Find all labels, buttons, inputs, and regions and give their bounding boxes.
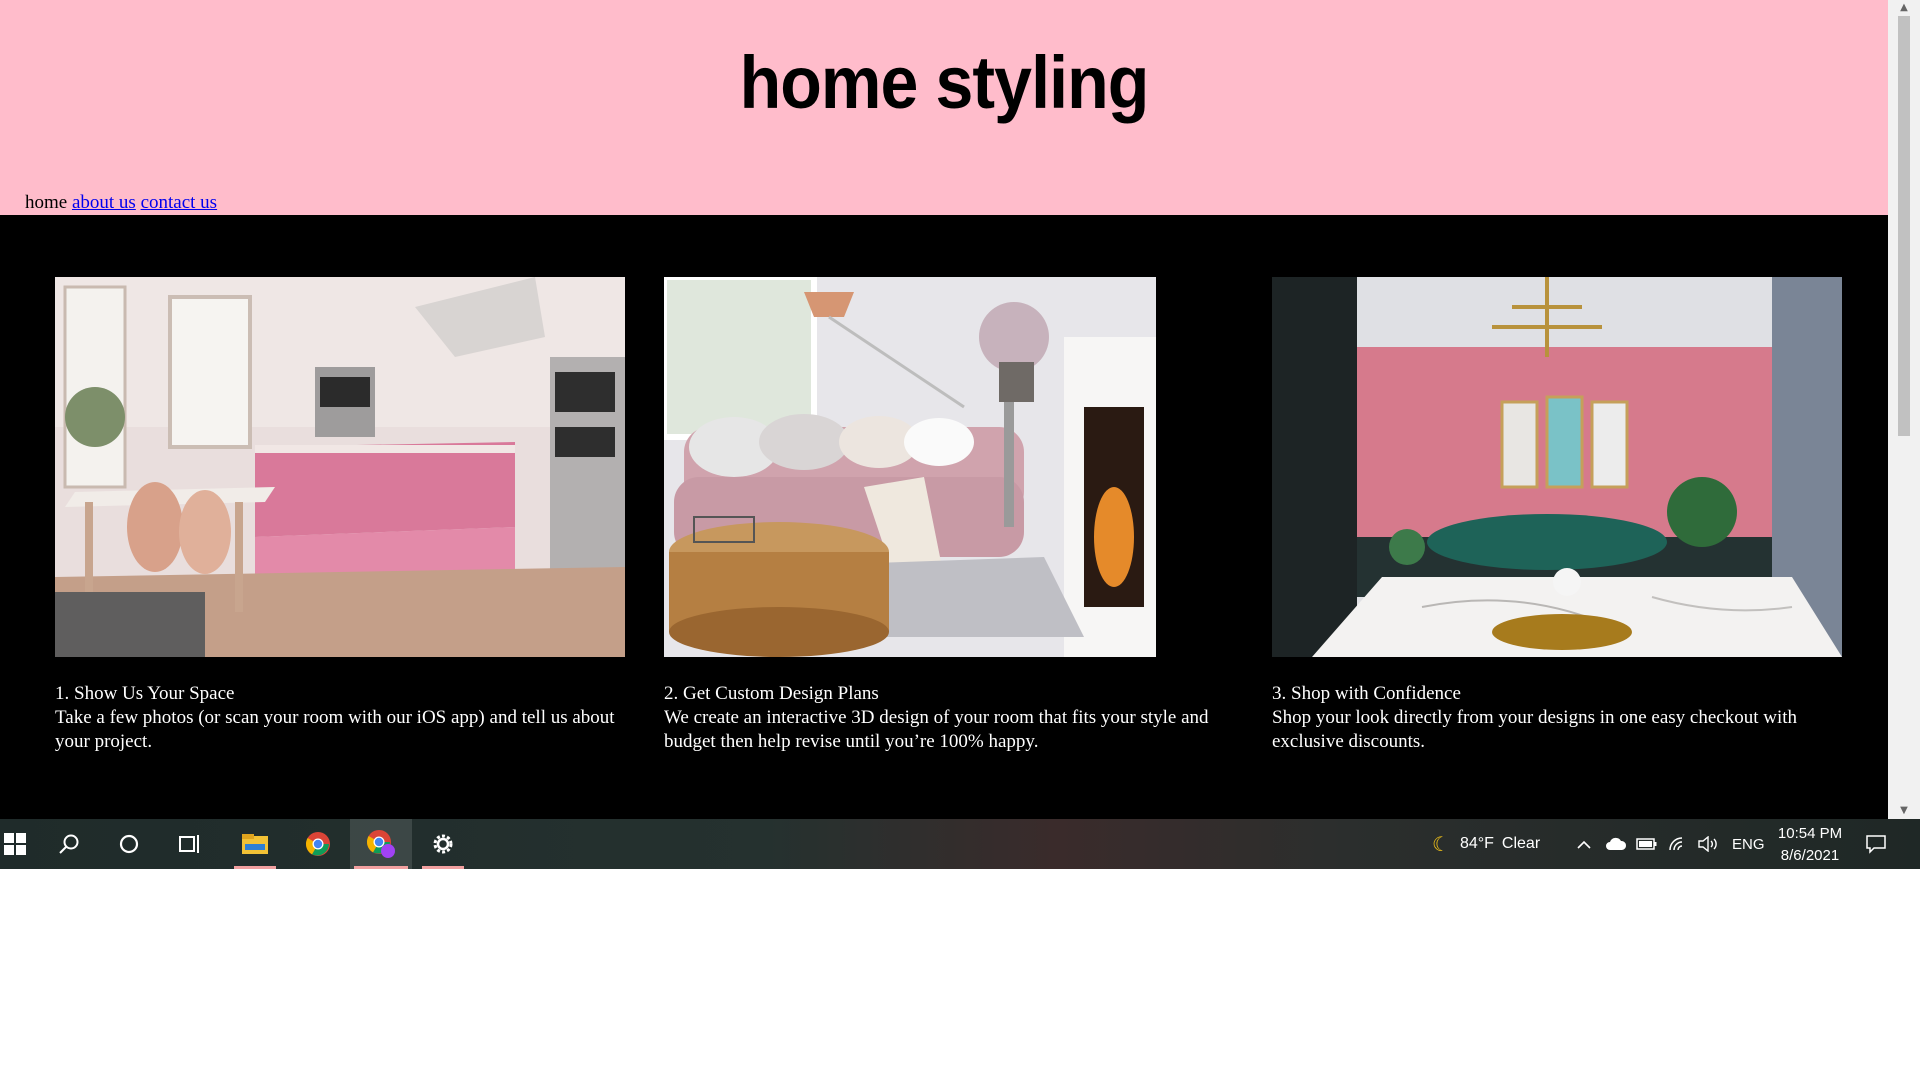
- language-indicator[interactable]: ENG: [1732, 819, 1765, 869]
- nav-about-us-link[interactable]: about us: [72, 192, 136, 213]
- onedrive-icon[interactable]: [1605, 819, 1627, 869]
- battery-icon[interactable]: [1636, 819, 1658, 869]
- card-title: 2. Get Custom Design Plans: [664, 683, 879, 704]
- site-title: home styling: [739, 41, 1150, 124]
- notification-icon[interactable]: [1865, 819, 1887, 869]
- scroll-thumb[interactable]: [1898, 16, 1910, 436]
- clock-date: 8/6/2021: [1780, 847, 1840, 864]
- nav-contact-us-link[interactable]: contact us: [141, 192, 218, 213]
- search-icon[interactable]: [44, 819, 94, 869]
- windows-taskbar: ☾ 84°F Clear ENG 10:54 PM 8/6/2021: [0, 819, 1920, 869]
- weather-widget[interactable]: ☾ 84°F Clear: [1432, 819, 1540, 869]
- clock[interactable]: 10:54 PM 8/6/2021: [1770, 823, 1850, 867]
- card-caption: 1. Show Us Your Space Take a few photos …: [55, 682, 635, 754]
- chevron-up-icon[interactable]: [1576, 819, 1592, 869]
- card-text: We create an interactive 3D design of yo…: [664, 707, 1209, 752]
- web-page: home styling home about us contact us 1.…: [0, 0, 1888, 819]
- card-design-plans: 2. Get Custom Design Plans We create an …: [664, 277, 1244, 754]
- card-caption: 3. Shop with Confidence Shop your look d…: [1272, 682, 1852, 754]
- card-shop-confidence: 3. Shop with Confidence Shop your look d…: [1272, 277, 1852, 754]
- moon-icon: ☾: [1432, 833, 1450, 856]
- chrome-icon[interactable]: [293, 819, 343, 869]
- windows-start-icon[interactable]: [0, 819, 40, 869]
- vertical-scrollbar[interactable]: ▲ ▼: [1888, 0, 1920, 819]
- scroll-up-arrow-icon[interactable]: ▲: [1896, 1, 1912, 15]
- card-text: Shop your look directly from your design…: [1272, 707, 1798, 752]
- site-nav: home about us contact us: [25, 192, 217, 214]
- cortana-icon[interactable]: [104, 819, 154, 869]
- weather-temp: 84°F: [1459, 835, 1494, 852]
- card-show-space: 1. Show Us Your Space Take a few photos …: [55, 277, 635, 754]
- card-text: Take a few photos (or scan your room wit…: [55, 707, 615, 752]
- card-title: 1. Show Us Your Space: [55, 683, 235, 704]
- volume-icon[interactable]: [1697, 819, 1719, 869]
- chrome-profile-icon[interactable]: [350, 819, 412, 869]
- site-header: home styling home about us contact us: [0, 0, 1888, 215]
- task-view-icon[interactable]: [165, 819, 215, 869]
- clock-time: 10:54 PM: [1777, 825, 1843, 842]
- pink-living-room-photo: [664, 277, 1156, 657]
- scroll-down-arrow-icon[interactable]: ▼: [1896, 804, 1912, 818]
- wifi-icon[interactable]: [1668, 819, 1688, 869]
- file-explorer-icon[interactable]: [230, 819, 280, 869]
- weather-condition: Clear: [1501, 835, 1541, 852]
- pink-dining-room-photo: [1272, 277, 1842, 657]
- browser-viewport: home styling home about us contact us 1.…: [0, 0, 1920, 819]
- card-caption: 2. Get Custom Design Plans We create an …: [664, 682, 1244, 754]
- card-title: 3. Shop with Confidence: [1272, 683, 1461, 704]
- settings-icon[interactable]: [418, 819, 468, 869]
- pink-kitchen-photo: [55, 277, 625, 657]
- nav-home: home: [25, 192, 68, 213]
